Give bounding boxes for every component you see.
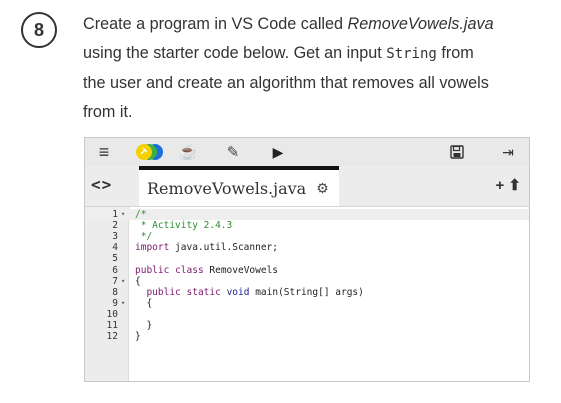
line-number: 8: [112, 286, 118, 298]
java-icon[interactable]: ☕: [177, 140, 199, 164]
upload-icon[interactable]: ⬆: [508, 177, 521, 194]
code-editor-widget: ≡ ☕ ✎ ▶ ⇥ <> RemoveVowels.java ⚙ + ⬆ 1 ▾…: [84, 137, 530, 382]
line-number: 3: [112, 231, 118, 243]
prompt-text: Create a program in VS Code called: [83, 15, 348, 33]
file-tab-label: RemoveVowels.java: [147, 178, 307, 198]
file-tab[interactable]: RemoveVowels.java ⚙: [139, 166, 339, 206]
code-text: /*: [135, 209, 147, 220]
floppy-icon: [450, 145, 464, 159]
line-number: 1: [112, 209, 118, 220]
question-prompt: Create a program in VS Code called Remov…: [83, 10, 543, 127]
fold-toggle-icon[interactable]: ▾: [121, 298, 129, 309]
login-icon[interactable]: ⇥: [497, 140, 519, 164]
code-text: public class RemoveVowels: [135, 264, 279, 276]
prompt-code-string: String: [386, 46, 437, 62]
code-text: {: [135, 297, 153, 309]
code-line[interactable]: 12}: [85, 331, 529, 342]
code-text: * Activity 2.4.3: [135, 220, 233, 232]
code-text: import java.util.Scanner;: [135, 242, 278, 254]
circles-icon: [136, 144, 163, 160]
code-line[interactable]: 4 import java.util.Scanner;: [85, 242, 529, 253]
prompt-text: using the starter code below. Get an inp…: [83, 44, 387, 62]
code-text: }: [135, 331, 141, 343]
code-text: public static void main(String[] args): [146, 286, 364, 298]
theme-circles-icon[interactable]: [135, 140, 169, 164]
line-number: 2: [112, 220, 118, 232]
line-number: 12: [106, 331, 118, 343]
editor-toolbar: ≡ ☕ ✎ ▶ ⇥: [85, 138, 529, 167]
line-number: 10: [106, 308, 118, 320]
tab-actions: + ⬆: [495, 176, 521, 194]
fold-toggle-icon[interactable]: ▾: [121, 276, 129, 287]
add-file-icon[interactable]: +: [495, 177, 504, 194]
code-line[interactable]: 7 ▾ {: [85, 276, 529, 287]
code-line[interactable]: 5: [85, 253, 529, 264]
code-text: }: [135, 320, 153, 331]
save-icon[interactable]: [447, 140, 467, 164]
step-number: 8: [33, 19, 44, 40]
run-icon[interactable]: ▶: [270, 140, 286, 164]
line-number: 11: [106, 320, 118, 331]
tab-bar: <> RemoveVowels.java ⚙ + ⬆: [85, 166, 529, 207]
line-number: 6: [112, 264, 118, 276]
code-text: {: [135, 275, 141, 287]
prompt-filename: RemoveVowels.java: [347, 15, 494, 33]
code-line[interactable]: 2 * Activity 2.4.3: [85, 220, 529, 231]
code-area[interactable]: 1 ▾/* 2 * Activity 2.4.3 3 */4 import java.u…: [85, 207, 529, 381]
line-number: 9: [112, 297, 118, 309]
code-line[interactable]: 11 }: [85, 320, 529, 331]
line-number: 7: [112, 275, 118, 287]
code-line[interactable]: 3 */: [85, 231, 529, 242]
code-line[interactable]: 6 public class RemoveVowels: [85, 265, 529, 276]
code-line[interactable]: 10: [85, 309, 529, 320]
prompt-text: from: [436, 44, 474, 62]
menu-icon[interactable]: ≡: [94, 140, 114, 164]
code-line[interactable]: 9 ▾ {: [85, 298, 529, 309]
prompt-text: the user and create an algorithm that re…: [83, 74, 489, 92]
code-nav-icon[interactable]: <>: [91, 175, 112, 194]
line-number: 5: [112, 253, 118, 265]
code-line[interactable]: 8 public static void main(String[] args): [85, 287, 529, 298]
pencil-icon[interactable]: ✎: [223, 140, 243, 164]
line-number: 4: [112, 242, 118, 254]
fold-toggle-icon[interactable]: ▾: [121, 209, 129, 220]
code-line[interactable]: 1 ▾ /*: [85, 209, 529, 221]
prompt-text: from it.: [83, 103, 133, 121]
code-text: */: [135, 231, 153, 243]
step-number-badge: 8: [21, 12, 57, 48]
gear-icon[interactable]: ⚙: [316, 180, 329, 197]
